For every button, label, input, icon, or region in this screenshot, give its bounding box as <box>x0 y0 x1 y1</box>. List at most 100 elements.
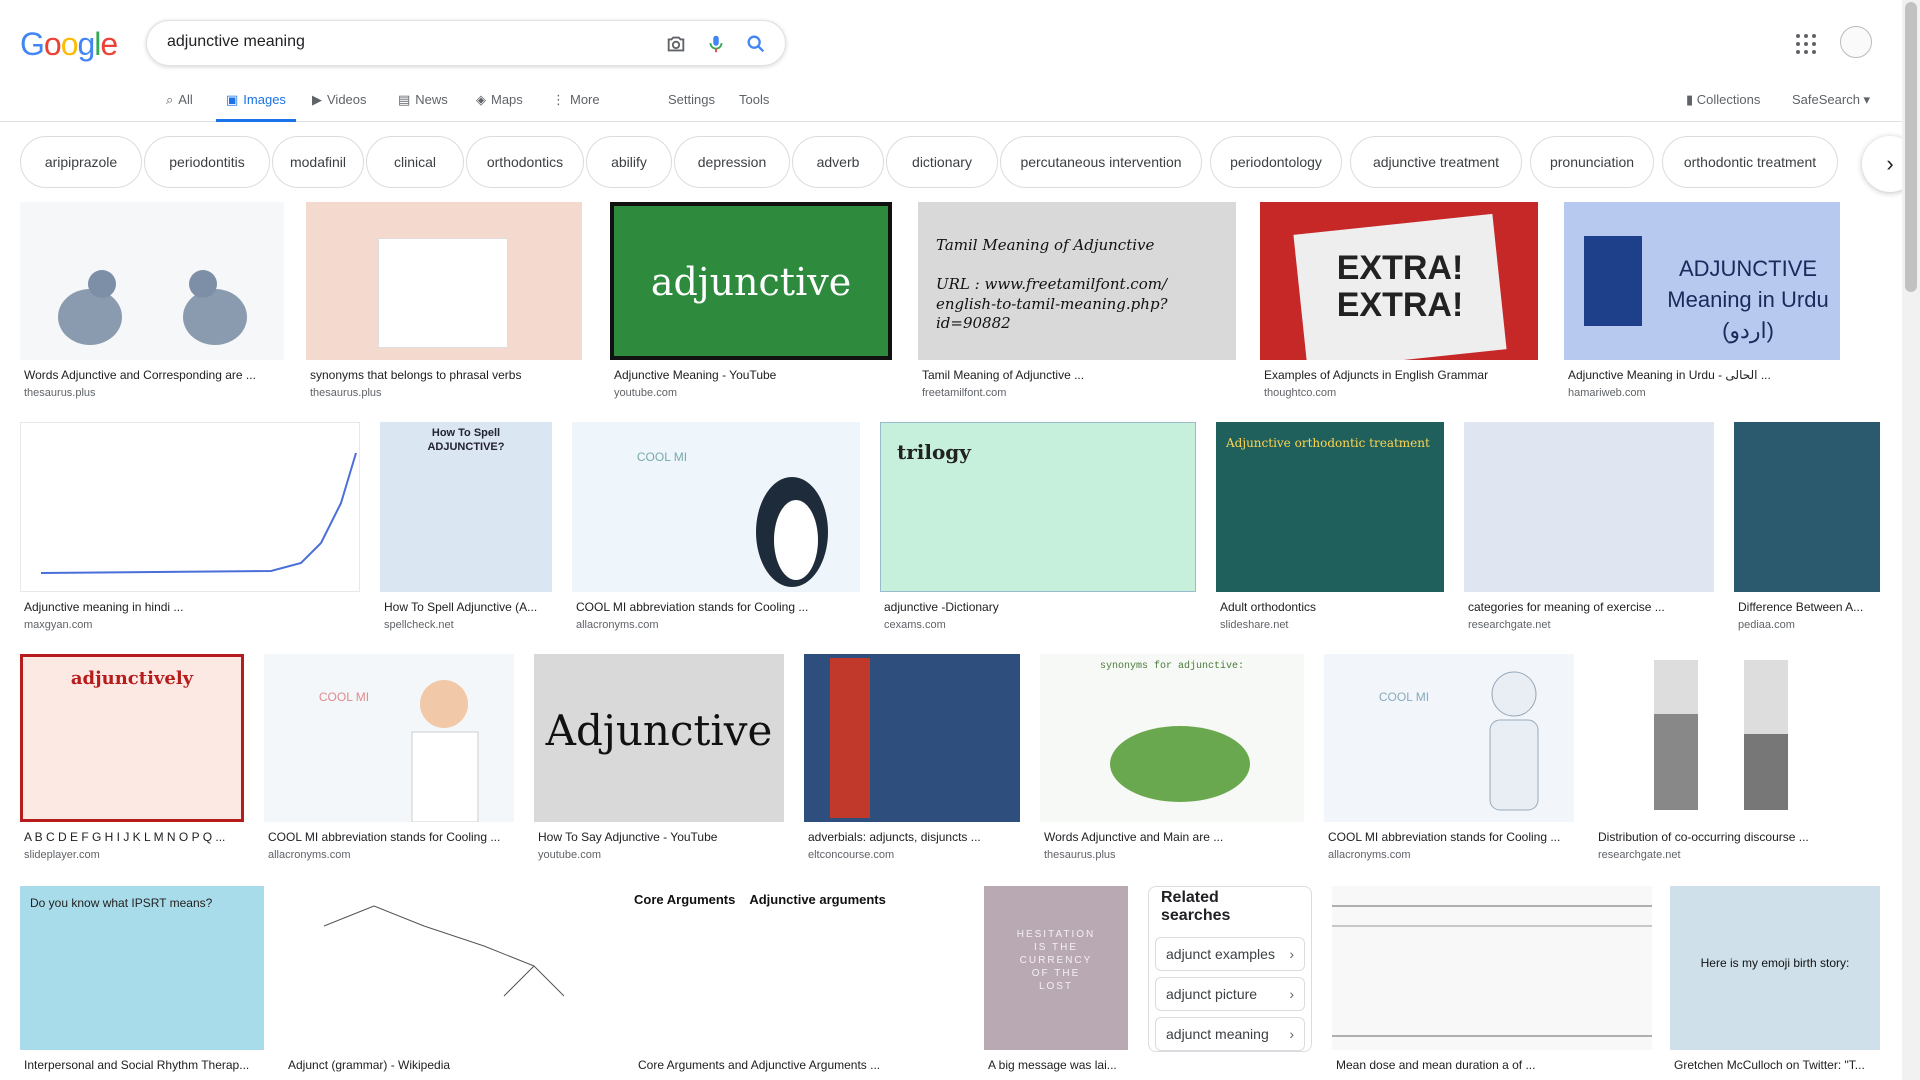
chip-periodontology[interactable]: periodontology <box>1210 136 1342 188</box>
result-thumbnail[interactable]: Adjunctive <box>534 654 784 822</box>
result-thumbnail[interactable]: ADJUNCTIVE Meaning in Urdu (اردو) <box>1564 202 1840 360</box>
image-result[interactable]: trilogy adjunctive -Dictionary cexams.co… <box>880 422 1196 631</box>
image-result[interactable]: COOL MI COOL MI abbreviation stands for … <box>264 654 514 861</box>
result-thumbnail[interactable]: Here is my emoji birth story: <box>1670 886 1880 1050</box>
chevron-right-icon: › <box>1289 946 1294 962</box>
chip-orthodontics[interactable]: orthodontics <box>466 136 584 188</box>
avatar[interactable] <box>1840 26 1872 58</box>
collections-link[interactable]: ▮ Collections <box>1686 92 1760 108</box>
result-thumbnail[interactable]: synonyms for adjunctive: <box>1040 654 1304 822</box>
image-result[interactable]: Core Arguments Adjunctive arguments Core… <box>634 886 964 1076</box>
result-thumbnail[interactable]: COOL MI <box>1324 654 1574 822</box>
image-result[interactable]: adjunctively A B C D E F G H I J K L M N… <box>20 654 244 861</box>
result-thumbnail[interactable] <box>306 202 582 360</box>
tab-tools[interactable]: Tools <box>739 84 769 122</box>
result-thumbnail[interactable]: Core Arguments Adjunctive arguments <box>634 886 964 1050</box>
image-result[interactable]: synonyms that belongs to phrasal verbs t… <box>306 202 582 399</box>
image-result[interactable]: How To Spell ADJUNCTIVE? How To Spell Ad… <box>380 422 552 631</box>
image-result[interactable]: categories for meaning of exercise ... r… <box>1464 422 1714 631</box>
doctor-illustration <box>411 680 479 822</box>
chip-dictionary[interactable]: dictionary <box>886 136 998 188</box>
result-thumbnail[interactable] <box>20 422 360 592</box>
related-search-item[interactable]: adjunct picture › <box>1155 977 1305 1011</box>
result-thumbnail[interactable]: adjunctive <box>610 202 892 360</box>
result-thumbnail[interactable]: How To Spell ADJUNCTIVE? <box>380 422 552 592</box>
google-logo[interactable]: Google <box>20 26 118 63</box>
search-input[interactable] <box>167 33 637 51</box>
chip-adverb[interactable]: adverb <box>792 136 884 188</box>
result-thumbnail[interactable] <box>1464 422 1714 592</box>
result-thumbnail[interactable] <box>1332 886 1652 1050</box>
image-result[interactable]: Difference Between A... pediaa.com <box>1734 422 1880 631</box>
result-thumbnail[interactable] <box>284 886 614 1050</box>
image-result[interactable]: Adjunct (grammar) - Wikipedia <box>284 886 614 1076</box>
apps-grid-icon[interactable] <box>1796 34 1816 54</box>
data-table-graphic <box>1332 905 1652 1037</box>
search-icon: ⌕ <box>166 92 174 107</box>
image-result[interactable]: adjunctive Adjunctive Meaning - YouTube … <box>610 202 892 399</box>
image-result[interactable]: Adjunctive How To Say Adjunctive - YouTu… <box>534 654 784 861</box>
result-thumbnail[interactable]: Tamil Meaning of Adjunctive URL : www.fr… <box>918 202 1236 360</box>
table-column-graphic <box>830 658 870 818</box>
related-searches-card: Related searches adjunct examples › adju… <box>1148 886 1312 1052</box>
result-thumbnail[interactable]: COOL MI <box>572 422 860 592</box>
chip-pronunciation[interactable]: pronunciation <box>1530 136 1654 188</box>
image-result[interactable]: Here is my emoji birth story: Gretchen M… <box>1670 886 1880 1076</box>
image-result[interactable]: ADJUNCTIVE Meaning in Urdu (اردو) Adjunc… <box>1564 202 1840 399</box>
chip-orthodontic-treatment[interactable]: orthodontic treatment <box>1662 136 1838 188</box>
image-result[interactable]: synonyms for adjunctive: Words Adjunctiv… <box>1040 654 1304 861</box>
result-thumbnail[interactable]: trilogy <box>880 422 1196 592</box>
result-thumbnail[interactable]: HESITATION IS THE CURRENCY OF THE LOST <box>984 886 1128 1050</box>
result-thumbnail[interactable]: Do you know what IPSRT means? <box>20 886 264 1050</box>
chip-clinical[interactable]: clinical <box>366 136 464 188</box>
tab-images[interactable]: ▣ Images <box>216 84 296 122</box>
camera-icon[interactable] <box>665 33 687 55</box>
microphone-icon[interactable] <box>705 33 727 55</box>
result-thumbnail[interactable]: Adjunctive orthodontic treatment <box>1216 422 1444 592</box>
chip-modafinil[interactable]: modafinil <box>272 136 364 188</box>
image-result[interactable]: HESITATION IS THE CURRENCY OF THE LOST A… <box>984 886 1128 1076</box>
related-search-item[interactable]: adjunct examples › <box>1155 937 1305 971</box>
image-result[interactable]: COOL MI COOL MI abbreviation stands for … <box>572 422 860 631</box>
image-result[interactable]: Do you know what IPSRT means? Interperso… <box>20 886 264 1076</box>
result-thumbnail[interactable]: adjunctively <box>20 654 244 822</box>
video-icon: ▶ <box>312 92 322 107</box>
tab-maps[interactable]: ◈ Maps <box>476 84 523 122</box>
result-thumbnail[interactable] <box>1734 422 1880 592</box>
image-result[interactable]: Words Adjunctive and Corresponding are .… <box>20 202 284 399</box>
image-result[interactable]: COOL MI COOL MI abbreviation stands for … <box>1324 654 1574 861</box>
tab-videos[interactable]: ▶ Videos <box>312 84 367 122</box>
image-result[interactable]: EXTRA! EXTRA! Examples of Adjuncts in En… <box>1260 202 1538 399</box>
search-icon[interactable] <box>745 33 767 55</box>
image-result[interactable]: Adjunctive orthodontic treatment Adult o… <box>1216 422 1444 631</box>
chip-periodontitis[interactable]: periodontitis <box>144 136 270 188</box>
image-result[interactable]: Mean dose and mean duration a of ... <box>1332 886 1652 1076</box>
result-thumbnail[interactable] <box>804 654 1020 822</box>
chip-adjunctive-treatment[interactable]: adjunctive treatment <box>1350 136 1522 188</box>
chip-percutaneous-intervention[interactable]: percutaneous intervention <box>1000 136 1202 188</box>
search-box[interactable] <box>146 20 786 66</box>
chevron-right-icon: › <box>1289 1026 1294 1042</box>
image-result[interactable]: Distribution of co-occurring discourse .… <box>1594 654 1880 861</box>
tab-settings[interactable]: Settings <box>668 84 715 122</box>
image-result[interactable]: Tamil Meaning of Adjunctive URL : www.fr… <box>918 202 1236 399</box>
result-thumbnail[interactable]: COOL MI <box>264 654 514 822</box>
chip-aripiprazole[interactable]: aripiprazole <box>20 136 142 188</box>
trend-line-chart-graphic <box>40 452 357 574</box>
image-result[interactable]: adverbials: adjuncts, disjuncts ... eltc… <box>804 654 1020 861</box>
result-thumbnail[interactable]: EXTRA! EXTRA! <box>1260 202 1538 360</box>
bookmark-icon: ▮ <box>1686 92 1694 107</box>
scrollbar-thumb[interactable] <box>1905 2 1917 292</box>
result-thumbnail[interactable] <box>20 202 284 360</box>
result-thumbnail[interactable] <box>1594 654 1880 822</box>
tab-more[interactable]: ⋮ More <box>552 84 600 122</box>
chip-abilify[interactable]: abilify <box>586 136 672 188</box>
safesearch-toggle[interactable]: SafeSearch ▾ <box>1792 92 1870 108</box>
vertical-scrollbar[interactable] <box>1902 0 1920 1080</box>
chip-depression[interactable]: depression <box>674 136 790 188</box>
image-result[interactable]: Adjunctive meaning in hindi ... maxgyan.… <box>20 422 360 631</box>
related-search-item[interactable]: adjunct meaning › <box>1155 1017 1305 1051</box>
tab-all[interactable]: ⌕ All <box>166 84 193 122</box>
tab-news[interactable]: ▤ News <box>398 84 448 122</box>
related-chips: aripiprazole periodontitis modafinil cli… <box>0 136 1920 188</box>
